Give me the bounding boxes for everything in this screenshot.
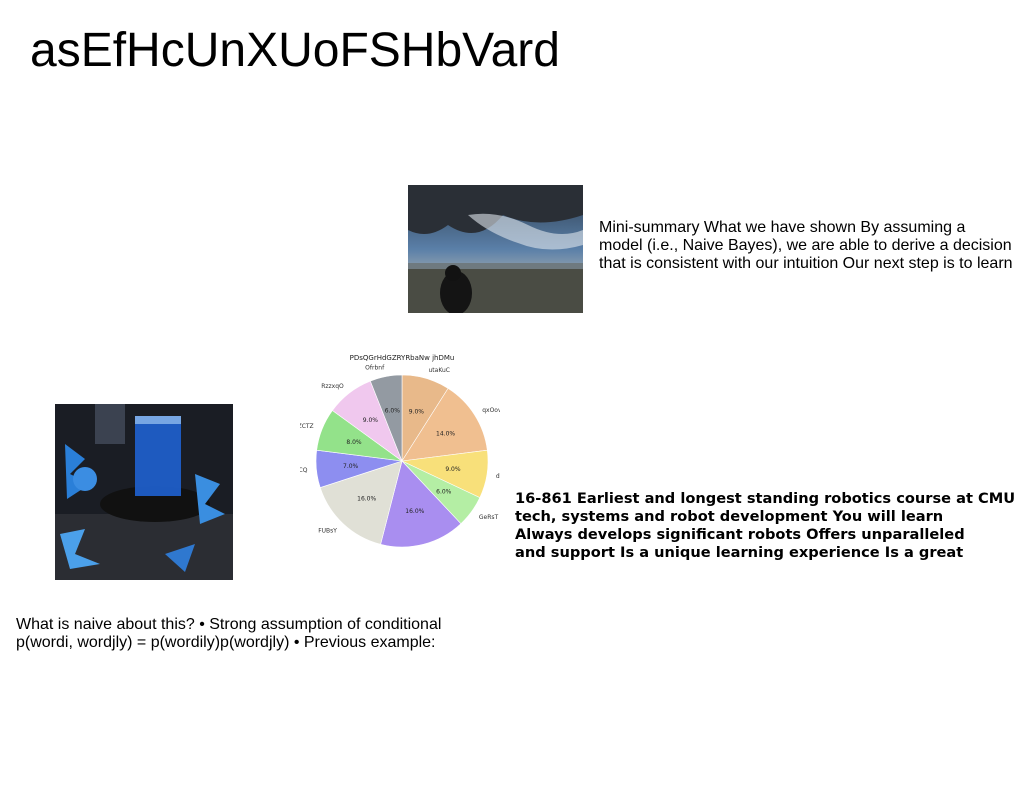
pie-category-label: utaKuC bbox=[429, 367, 450, 374]
pie-percent-label: 9.0% bbox=[445, 466, 461, 473]
pie-percent-label: 9.0% bbox=[363, 417, 379, 424]
pie-percent-label: 6.0% bbox=[385, 407, 401, 414]
naive-bayes-text: What is naive about this? • Strong assum… bbox=[16, 616, 456, 652]
mini-summary-text: Mini-summary What we have shown By assum… bbox=[599, 219, 1019, 273]
summary-line: Mini-summary What we have shown By assum… bbox=[599, 219, 966, 236]
naive-line: What is naive about this? • Strong assum… bbox=[16, 616, 442, 633]
page-title: asEfHcUnXUoFSHbVard bbox=[30, 24, 560, 77]
pie-percent-label: 8.0% bbox=[346, 439, 362, 446]
robotics-line: and support Is a unique learning experie… bbox=[515, 544, 964, 561]
pie-percent-label: 6.0% bbox=[436, 488, 452, 495]
robotics-course-text: 16-861 Earliest and longest standing rob… bbox=[515, 490, 1020, 562]
robotics-line: 16-861 Earliest and longest standing rob… bbox=[515, 490, 1016, 507]
pie-chart: PDsQGrHdGZRYRbaNw jhDMu 9.0% utaKuC 14.0% q… bbox=[300, 354, 500, 548]
pie-percent-label: 7.0% bbox=[343, 463, 359, 470]
pie-category-label: GeRsT bbox=[479, 514, 499, 521]
pie-slices: 9.0% utaKuC 14.0% qxOovf 9.0% difTjxFTAt 6.0% G… bbox=[300, 365, 500, 548]
pie-category-label: difTjxFTAt bbox=[496, 473, 500, 480]
blue-drink-photo bbox=[55, 404, 233, 580]
robotics-line: Always develops significant robots Offer… bbox=[515, 526, 965, 543]
pie-category-label: qxOovf bbox=[482, 407, 500, 414]
pie-category-label: lwmdCQ bbox=[300, 467, 308, 474]
sky-photo bbox=[408, 185, 583, 313]
pie-category-label: ozWZCTZ bbox=[300, 423, 314, 430]
pie-percent-label: 16.0% bbox=[357, 496, 376, 503]
robotics-line: tech, systems and robot development You … bbox=[515, 508, 944, 525]
pie-percent-label: 16.0% bbox=[405, 508, 424, 515]
pie-category-label: RzzxqO bbox=[321, 383, 344, 390]
summary-line: that is consistent with our intuition Ou… bbox=[599, 255, 1013, 272]
pie-category-label: FUBsY bbox=[318, 527, 337, 534]
chart-title: PDsQGrHdGZRYRbaNw jhDMu bbox=[350, 354, 455, 362]
summary-line: model (i.e., Naive Bayes), we are able t… bbox=[599, 237, 1012, 254]
pie-percent-label: 9.0% bbox=[409, 408, 425, 415]
naive-line: p(wordi, wordjly) = p(wordily)p(wordjly)… bbox=[16, 634, 436, 651]
pie-percent-label: 14.0% bbox=[436, 430, 455, 437]
pie-category-label: Ofrbnf bbox=[365, 365, 385, 372]
